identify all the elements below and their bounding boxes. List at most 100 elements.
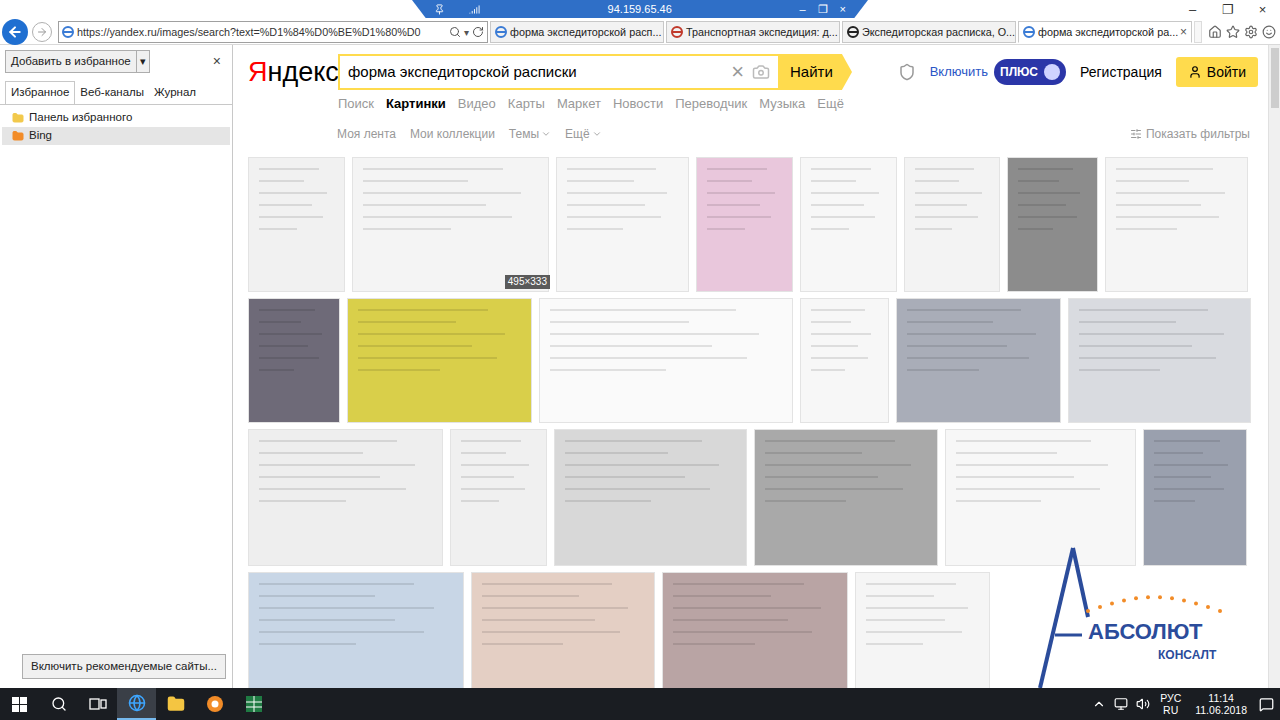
- subnav-item[interactable]: Ещё: [565, 125, 602, 143]
- service-nav-item[interactable]: Новости: [613, 94, 663, 114]
- login-button[interactable]: Войти: [1176, 57, 1258, 87]
- image-thumbnail[interactable]: [1143, 429, 1247, 566]
- search-icon[interactable]: [449, 26, 461, 38]
- image-thumbnail[interactable]: [347, 298, 532, 423]
- service-nav-item[interactable]: Маркет: [557, 94, 601, 114]
- image-thumbnail[interactable]: [904, 157, 1000, 292]
- camera-icon[interactable]: [752, 63, 770, 81]
- image-thumbnail[interactable]: [248, 572, 464, 688]
- feedback-smile-icon[interactable]: [1262, 25, 1276, 39]
- image-thumbnail[interactable]: [1105, 157, 1248, 292]
- scrollbar[interactable]: [1268, 45, 1280, 688]
- pin-icon[interactable]: [434, 4, 445, 15]
- browser-tab[interactable]: Транспортная экспедиция: д...: [666, 21, 840, 43]
- shield-icon[interactable]: [898, 63, 916, 81]
- scrollbar-thumb[interactable]: [1271, 48, 1279, 108]
- url-text[interactable]: https://yandex.ru/images/search?text=%D1…: [77, 24, 446, 40]
- remote-session-bar[interactable]: 94.159.65.46–❐×: [412, 0, 868, 18]
- home-icon[interactable]: [1208, 25, 1222, 39]
- favorites-star-icon[interactable]: [1226, 25, 1240, 39]
- task-view-button[interactable]: [78, 688, 117, 720]
- image-thumbnail[interactable]: [896, 298, 1061, 423]
- service-nav-item[interactable]: Карты: [508, 94, 545, 114]
- clock[interactable]: 11:1411.06.2018: [1191, 692, 1251, 716]
- subnav-item[interactable]: Мои коллекции: [410, 125, 495, 143]
- window-control-button[interactable]: ❐: [1210, 0, 1245, 19]
- image-thumbnail[interactable]: [554, 429, 747, 566]
- excel-taskbar-button[interactable]: [234, 688, 273, 720]
- volume-icon[interactable]: [1136, 697, 1150, 711]
- favorites-tab[interactable]: Веб-каналы: [75, 82, 149, 103]
- gear-icon[interactable]: [1244, 25, 1258, 39]
- image-thumbnail[interactable]: [539, 298, 793, 423]
- register-link[interactable]: Регистрация: [1080, 62, 1162, 83]
- favorites-tab[interactable]: Журнал: [149, 82, 201, 103]
- tab-close-button[interactable]: ×: [1180, 23, 1187, 41]
- address-bar[interactable]: https://yandex.ru/images/search?text=%D1…: [58, 21, 488, 43]
- browser-icon: [206, 695, 224, 713]
- start-button[interactable]: [0, 688, 39, 720]
- image-thumbnail[interactable]: [662, 572, 848, 688]
- image-thumbnail[interactable]: [248, 157, 345, 292]
- close-pane-button[interactable]: ×: [213, 51, 227, 72]
- address-dropdown[interactable]: ▾: [464, 25, 469, 40]
- image-thumbnail[interactable]: [471, 572, 655, 688]
- ie-taskbar-button[interactable]: [117, 688, 156, 720]
- image-thumbnail[interactable]: [450, 429, 547, 566]
- browser-tab[interactable]: форма экспедиторской ра...×: [1018, 21, 1192, 43]
- hidden-icons-icon[interactable]: [1092, 697, 1106, 711]
- browser-tab[interactable]: Экспедиторская расписка, О...: [842, 21, 1016, 43]
- new-tab-button[interactable]: [1194, 21, 1202, 43]
- service-nav-item[interactable]: Музыка: [759, 94, 805, 114]
- remote-control-button[interactable]: ❐: [818, 4, 828, 15]
- search-button[interactable]: Найти: [780, 54, 852, 90]
- show-filters-button[interactable]: Показать фильтры: [1130, 125, 1250, 143]
- image-thumbnail[interactable]: [248, 429, 443, 566]
- arrow-left-icon: [7, 24, 23, 40]
- image-thumbnail[interactable]: [855, 572, 990, 688]
- add-favorite-dropdown[interactable]: ▾: [137, 50, 150, 73]
- search-field[interactable]: форма экспедиторской расписки×: [338, 54, 780, 90]
- service-nav-item[interactable]: Картинки: [386, 94, 446, 114]
- image-thumbnail[interactable]: [754, 429, 938, 566]
- service-nav-item[interactable]: Ещё: [817, 94, 844, 114]
- network-icon[interactable]: [1114, 697, 1128, 711]
- image-thumbnail[interactable]: [696, 157, 793, 292]
- remote-control-button[interactable]: ×: [840, 4, 846, 15]
- language-indicator[interactable]: РУСRU: [1158, 692, 1183, 716]
- image-thumbnail[interactable]: [1007, 157, 1098, 292]
- service-nav-item[interactable]: Поиск: [338, 94, 374, 114]
- add-favorite-button[interactable]: Добавить в избранное: [5, 50, 137, 73]
- favorites-item[interactable]: Панель избранного: [2, 109, 230, 127]
- browser-tab[interactable]: форма экспедиторской расп...: [490, 21, 664, 43]
- window-control-button[interactable]: –: [1175, 0, 1210, 19]
- image-thumbnail[interactable]: [556, 157, 689, 292]
- recommended-sites-button[interactable]: Включить рекомендуемые сайты...: [22, 654, 226, 679]
- image-thumbnail[interactable]: [248, 298, 340, 423]
- explorer-taskbar-button[interactable]: [156, 688, 195, 720]
- size-tooltip: 495×333: [505, 275, 550, 289]
- taskbar-search-button[interactable]: [39, 688, 78, 720]
- image-thumbnail[interactable]: [800, 157, 897, 292]
- yandex-logo[interactable]: Яндекс: [248, 54, 338, 90]
- favorites-tab[interactable]: Избранное: [5, 81, 75, 103]
- subnav-item[interactable]: Моя лента: [337, 125, 396, 143]
- plus-enable-link[interactable]: Включить: [930, 62, 988, 82]
- image-thumbnail[interactable]: [800, 298, 889, 423]
- refresh-icon[interactable]: [472, 26, 484, 38]
- favorites-item[interactable]: Bing: [2, 127, 230, 145]
- image-thumbnail[interactable]: 495×333: [352, 157, 549, 292]
- image-thumbnail[interactable]: [1068, 298, 1251, 423]
- forward-button[interactable]: [32, 22, 52, 42]
- browser-taskbar-button[interactable]: [195, 688, 234, 720]
- back-button[interactable]: [2, 19, 28, 45]
- clear-button[interactable]: ×: [731, 61, 744, 83]
- notifications-icon[interactable]: [1259, 697, 1274, 712]
- subnav-item[interactable]: Темы: [509, 125, 551, 143]
- image-thumbnail[interactable]: [945, 429, 1136, 566]
- plus-toggle[interactable]: ПЛЮС: [994, 59, 1066, 85]
- remote-control-button[interactable]: –: [799, 4, 805, 15]
- service-nav-item[interactable]: Переводчик: [675, 94, 747, 114]
- window-control-button[interactable]: ×: [1245, 0, 1280, 19]
- service-nav-item[interactable]: Видео: [458, 94, 496, 114]
